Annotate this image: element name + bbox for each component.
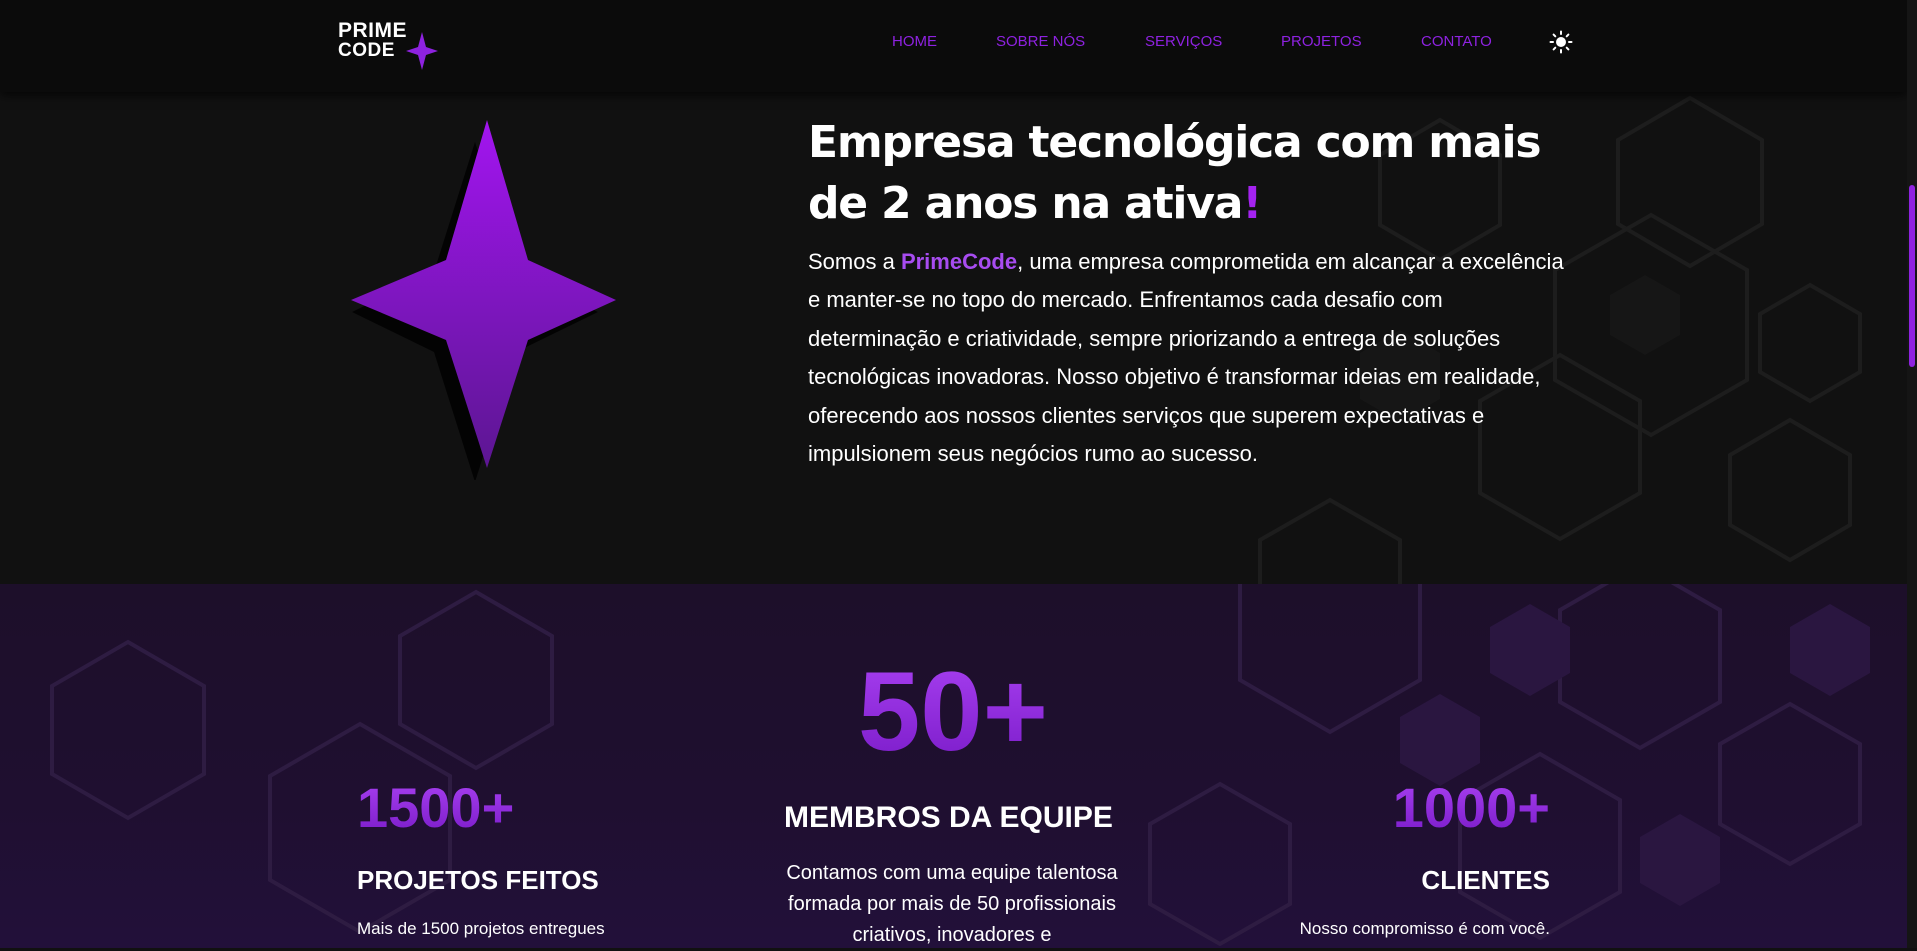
hero-star-icon	[351, 120, 616, 480]
hero-description: Somos a PrimeCode, uma empresa compromet…	[808, 243, 1578, 473]
nav-link-contato[interactable]: CONTATO	[1421, 33, 1492, 50]
stat-title-projects: PROJETOS FEITOS	[357, 865, 599, 895]
theme-toggle-button[interactable]	[1549, 30, 1573, 54]
hero-description-lead: Somos a	[808, 249, 901, 274]
stat-description-projects: Mais de 1500 projetos entregues	[357, 919, 605, 938]
hero-title: Empresa tecnológica com mais de 2 anos n…	[808, 112, 1588, 234]
logo-star-icon	[406, 32, 438, 70]
logo-text-prime: PRIME	[338, 19, 408, 42]
hero-description-brand: PrimeCode	[900, 249, 1018, 274]
page-scrollbar-thumb[interactable]	[1909, 185, 1915, 367]
nav-link-servicos[interactable]: SERVIÇOS	[1145, 33, 1222, 50]
hero-description-body: , uma empresa comprometida em alcançar a…	[808, 249, 1564, 467]
top-navigation-bar: PRIME CODE HOME SOBRE NÓS SERVIÇOS PROJE…	[0, 0, 1907, 92]
stat-number-members: 50+	[858, 649, 1048, 774]
stat-description-clients: Nosso compromisso é com você.	[1299, 919, 1550, 938]
logo-text-code: CODE	[338, 40, 395, 61]
stat-title-clients: CLIENTES	[1421, 865, 1550, 895]
sun-icon	[1549, 30, 1573, 54]
nav-link-projetos[interactable]: PROJETOS	[1281, 33, 1362, 50]
stat-number-projects: 1500+	[357, 776, 515, 839]
prime-code-logo[interactable]: PRIME CODE	[338, 20, 438, 72]
hero-title-text: Empresa tecnológica com mais de 2 anos n…	[808, 117, 1542, 229]
page-scrollbar-track[interactable]	[1907, 0, 1917, 948]
hero-title-exclamation: !	[1242, 178, 1262, 229]
nav-link-home[interactable]: HOME	[892, 33, 937, 50]
nav-link-sobre-nos[interactable]: SOBRE NÓS	[996, 33, 1085, 50]
stat-number-clients: 1000+	[1386, 780, 1550, 836]
stat-title-members: MEMBROS DA EQUIPE	[784, 801, 1113, 834]
stats-section: 50+ MEMBROS DA EQUIPE Contamos com uma e…	[0, 584, 1907, 948]
stat-description-members: Contamos com uma equipe talentosa formad…	[786, 862, 1118, 946]
